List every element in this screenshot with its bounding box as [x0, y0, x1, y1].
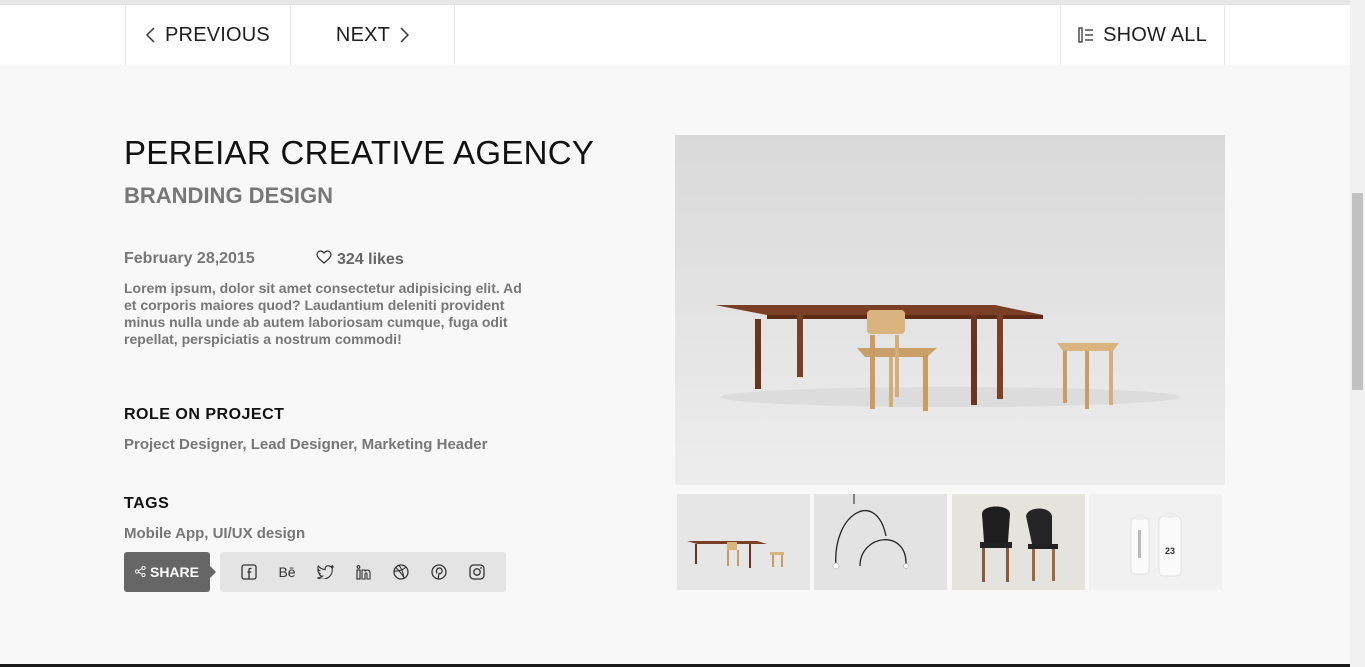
dribbble-icon[interactable]: [382, 552, 420, 592]
social-links-bar: Bē: [220, 552, 506, 592]
project-description: Lorem ipsum, dolor sit amet consectetur …: [124, 280, 522, 347]
project-date: February 28,2015: [124, 250, 255, 267]
likes-count: 324 likes: [337, 250, 404, 268]
show-all-label: SHOW ALL: [1103, 23, 1207, 46]
linkedin-icon[interactable]: [344, 552, 382, 592]
bottle-label-number: 23: [1164, 546, 1175, 556]
share-label: SHARE: [149, 564, 199, 580]
previous-label: PREVIOUS: [165, 23, 270, 46]
behance-text: Bē: [278, 564, 296, 580]
tags-heading: TAGS: [124, 495, 170, 512]
share-button[interactable]: SHARE: [124, 552, 216, 592]
list-icon: [1078, 27, 1094, 43]
previous-button[interactable]: PREVIOUS: [125, 5, 290, 65]
project-navigation-bar: PREVIOUS NEXT SHOW ALL: [0, 5, 1350, 65]
next-button[interactable]: NEXT: [290, 5, 455, 65]
thumbnail-bottles[interactable]: 23: [1089, 494, 1222, 590]
thumbnail-pendant-lamp[interactable]: [814, 494, 947, 590]
heart-icon: [316, 250, 332, 269]
next-label: NEXT: [335, 23, 391, 46]
tags-text: Mobile App, UI/UX design: [124, 525, 306, 542]
project-subtitle: BRANDING DESIGN: [124, 183, 334, 208]
thumbnail-black-chairs[interactable]: [952, 494, 1085, 590]
likes-button[interactable]: 324 likes: [316, 250, 404, 269]
share-icon: [134, 564, 146, 580]
project-title: PEREIAR CREATIVE AGENCY: [124, 134, 595, 171]
show-all-button[interactable]: SHOW ALL: [1060, 5, 1225, 65]
pinterest-icon[interactable]: [420, 552, 458, 592]
scrollbar-thumb[interactable]: [1352, 193, 1363, 390]
hero-image-table-chairs: [675, 135, 1225, 485]
role-heading: ROLE ON PROJECT: [124, 406, 285, 423]
role-text: Project Designer, Lead Designer, Marketi…: [124, 436, 488, 453]
chevron-right-icon: [400, 27, 410, 43]
chevron-left-icon: [146, 27, 155, 43]
behance-icon[interactable]: Bē: [268, 552, 306, 592]
facebook-icon[interactable]: [230, 552, 268, 592]
twitter-icon[interactable]: [306, 552, 344, 592]
instagram-icon[interactable]: [458, 552, 496, 592]
thumbnail-table-chairs[interactable]: [677, 494, 810, 590]
